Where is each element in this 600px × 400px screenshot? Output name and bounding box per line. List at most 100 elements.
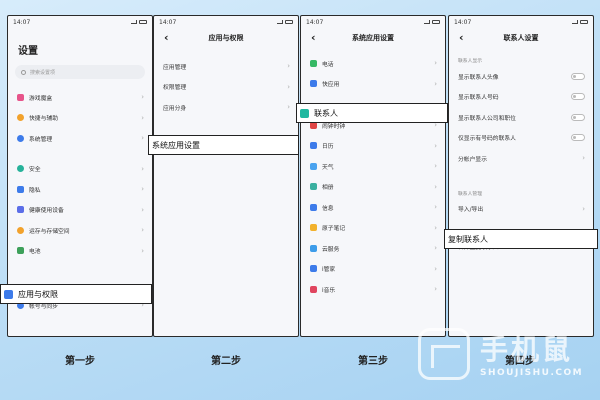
- toggle-row-show-company[interactable]: 显示联系人公司和职位: [449, 107, 593, 128]
- chevron-right-icon: ›: [141, 164, 144, 173]
- settings-item-system-manage[interactable]: 系统管理 ›: [8, 128, 152, 149]
- chevron-right-icon: ›: [582, 204, 585, 213]
- app-item-music[interactable]: i音乐 ›: [301, 279, 445, 300]
- signal-icon: [572, 20, 578, 24]
- status-bar: 14:07: [8, 16, 152, 28]
- section-header: 联系人管理: [458, 191, 482, 197]
- settings-item-label: 运存与存储空间: [29, 228, 70, 235]
- chevron-right-icon: ›: [141, 134, 144, 143]
- settings-item-game-box[interactable]: 游戏魔盒 ›: [8, 87, 152, 108]
- status-time: 14:07: [159, 18, 177, 26]
- toggle-switch[interactable]: [571, 93, 585, 101]
- settings-item-label: 健康使用设备: [29, 208, 64, 215]
- settings-item-label: 快捷与辅助: [29, 116, 58, 123]
- app-item-i-manager[interactable]: i管家 ›: [301, 259, 445, 280]
- chevron-right-icon: ›: [141, 246, 144, 255]
- list-item-app-manage[interactable]: 应用管理 ›: [154, 56, 298, 77]
- search-icon: [21, 69, 26, 75]
- app-item-weather[interactable]: 天气 ›: [301, 156, 445, 177]
- toggle-switch[interactable]: [571, 72, 585, 80]
- list-item-import-export[interactable]: 导入/导出 ›: [449, 199, 593, 220]
- chevron-right-icon: ›: [141, 226, 144, 235]
- search-input[interactable]: 搜索设置项: [15, 65, 145, 79]
- chevron-right-icon: ›: [287, 62, 290, 71]
- messages-icon: [310, 203, 317, 211]
- chevron-right-icon: ›: [434, 59, 437, 68]
- app-item-label: i音乐: [322, 287, 336, 294]
- toggle-row-show-number[interactable]: 显示联系人号码: [449, 87, 593, 108]
- toggle-switch[interactable]: [571, 113, 585, 121]
- chevron-right-icon: ›: [434, 79, 437, 88]
- cloud-icon: [310, 244, 317, 252]
- page-title: 系统应用设置: [352, 34, 394, 42]
- callout-copy-contacts[interactable]: 复制联系人: [444, 229, 598, 249]
- chevron-right-icon: ›: [434, 141, 437, 150]
- privacy-icon: [17, 185, 24, 193]
- toggle-switch[interactable]: [571, 134, 585, 142]
- app-item-messages[interactable]: 信息 ›: [301, 197, 445, 218]
- i-manager-icon: [310, 265, 317, 273]
- callout-label: 应用与权限: [18, 289, 58, 299]
- status-time: 14:07: [306, 18, 324, 26]
- app-item-phone[interactable]: 电话 ›: [301, 53, 445, 74]
- settings-item-shortcut[interactable]: 快捷与辅助 ›: [8, 108, 152, 129]
- storage-icon: [17, 226, 24, 234]
- security-icon: [17, 165, 24, 173]
- callout-contacts[interactable]: 联系人: [296, 103, 448, 123]
- app-item-label: 日历: [322, 144, 334, 151]
- settings-item-storage[interactable]: 运存与存储空间 ›: [8, 220, 152, 241]
- app-item-quick-app[interactable]: 快应用 ›: [301, 74, 445, 95]
- signal-icon: [424, 20, 430, 24]
- status-time: 14:07: [13, 18, 31, 26]
- grid-apps-icon: [4, 289, 13, 299]
- list-item-app-clone[interactable]: 应用分身 ›: [154, 97, 298, 118]
- status-bar: 14:07: [154, 16, 298, 28]
- app-item-calendar[interactable]: 日历 ›: [301, 136, 445, 157]
- chevron-right-icon: ›: [434, 244, 437, 253]
- back-arrow-icon[interactable]: ‹: [459, 31, 464, 45]
- settings-item-battery[interactable]: 电池 ›: [8, 241, 152, 262]
- back-arrow-icon[interactable]: ‹: [164, 31, 169, 45]
- contacts-icon: [300, 108, 309, 118]
- chevron-right-icon: ›: [434, 162, 437, 171]
- toggle-row-show-avatar[interactable]: 显示联系人头像: [449, 66, 593, 87]
- watermark: 手机鼠 SHOUJISHU.COM: [418, 328, 588, 386]
- battery-status-icon: [580, 20, 588, 24]
- chevron-right-icon: ›: [141, 113, 144, 122]
- list-item-permission-manage[interactable]: 权限管理 ›: [154, 77, 298, 98]
- callout-apps-permissions[interactable]: 应用与权限: [0, 284, 152, 304]
- watermark-text: 手机鼠: [480, 333, 574, 366]
- settings-item-privacy[interactable]: 隐私 ›: [8, 179, 152, 200]
- app-item-notes[interactable]: 原子笔记 ›: [301, 218, 445, 239]
- top-bar: ‹ 应用与权限: [154, 28, 298, 48]
- quick-app-icon: [310, 80, 317, 88]
- list-item-label: 权限管理: [163, 85, 187, 92]
- list-item-account-display[interactable]: 分帐户显示 ›: [449, 148, 593, 169]
- search-placeholder: 搜索设置项: [30, 69, 56, 76]
- settings-item-health[interactable]: 健康使用设备 ›: [8, 200, 152, 221]
- callout-system-app-settings[interactable]: 系统应用设置: [148, 135, 299, 155]
- top-bar: ‹ 系统应用设置: [301, 28, 445, 48]
- game-box-icon: [17, 93, 24, 101]
- notes-icon: [310, 224, 317, 232]
- settings-item-label: 游戏魔盒: [29, 95, 53, 102]
- list-item-label: 分帐户显示: [458, 156, 487, 163]
- settings-item-label: 系统管理: [29, 136, 53, 143]
- section-header: 联系人显示: [458, 59, 482, 64]
- toggle-row-only-with-number[interactable]: 仅显示有号码的联系人: [449, 128, 593, 149]
- chevron-right-icon: ›: [141, 93, 144, 102]
- app-item-cloud[interactable]: 云服务 ›: [301, 238, 445, 259]
- shortcut-icon: [17, 114, 24, 122]
- chevron-right-icon: ›: [582, 154, 585, 163]
- app-item-album[interactable]: 相册 ›: [301, 177, 445, 198]
- settings-item-security[interactable]: 安全 ›: [8, 159, 152, 180]
- album-icon: [310, 183, 317, 191]
- top-bar: ‹ 联系人设置: [449, 28, 593, 48]
- list-item-label: 应用管理: [163, 64, 187, 71]
- phone-icon: [310, 59, 317, 67]
- step-label-3: 第三步: [358, 356, 388, 367]
- status-time: 14:07: [454, 18, 472, 26]
- chevron-right-icon: ›: [434, 264, 437, 273]
- app-item-label: 信息: [322, 205, 334, 212]
- back-arrow-icon[interactable]: ‹: [311, 31, 316, 45]
